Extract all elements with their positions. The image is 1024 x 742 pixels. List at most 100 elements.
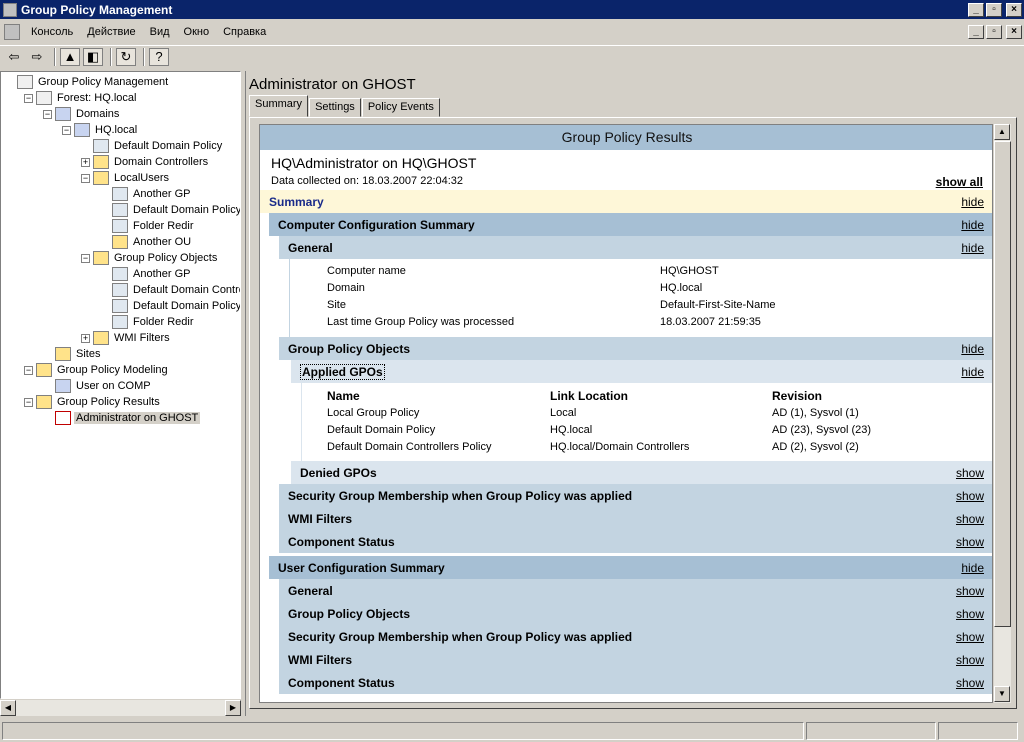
collapse-icon[interactable]: − [81, 253, 90, 263]
status-cell [938, 721, 1018, 740]
table-header: Name Link Location Revision [327, 389, 823, 403]
denied-gpos-show-link[interactable]: show [956, 466, 984, 480]
collapse-icon[interactable]: − [24, 365, 33, 375]
page-title: Administrator on GHOST [249, 76, 416, 93]
help-icon[interactable]: ? [149, 47, 169, 66]
refresh-icon[interactable]: ↻ [116, 47, 136, 66]
tree-item[interactable]: User on COMP [43, 378, 153, 394]
tab-policy-events[interactable]: Policy Events [361, 98, 440, 117]
tree-item[interactable]: Folder Redir [100, 218, 196, 234]
tree-item[interactable]: − LocalUsers [81, 170, 171, 186]
computer-component-show-link[interactable]: show [956, 535, 984, 549]
scroll-right-icon[interactable]: ▶ [225, 700, 241, 716]
collapse-icon[interactable]: − [43, 109, 52, 119]
show-hide-tree-icon[interactable]: ◧ [83, 47, 103, 66]
up-folder-icon[interactable]: ▲ [60, 47, 80, 66]
user-gpo-show-link[interactable]: show [956, 607, 984, 621]
summary-hide-link[interactable]: hide [961, 195, 984, 209]
console-window-icon[interactable] [4, 24, 20, 40]
tree-horizontal-scrollbar[interactable]: ◀ ▶ [0, 699, 241, 716]
status-bar [0, 719, 1024, 742]
tree-item[interactable]: Default Domain Policy [81, 138, 224, 154]
collapse-icon[interactable]: − [62, 125, 71, 135]
tree-item[interactable]: Another OU [100, 234, 193, 250]
tree-item[interactable]: Another GP [100, 266, 192, 282]
tree-item-label: Another GP [133, 188, 191, 200]
tab-summary[interactable]: Summary [249, 95, 309, 117]
tree-item[interactable]: − Domains [43, 106, 121, 122]
expand-icon[interactable]: + [81, 157, 90, 167]
minimize-button[interactable]: _ [968, 2, 984, 17]
child-minimize-button[interactable]: _ [968, 25, 984, 39]
applied-gpos-hide-link[interactable]: hide [961, 365, 984, 379]
collapse-icon[interactable]: − [24, 397, 33, 407]
computer-config-section: Computer Configuration Summary hide [269, 213, 992, 236]
user-config-hide-link[interactable]: hide [961, 561, 984, 575]
applied-gpos-label[interactable]: Applied GPOs [300, 363, 385, 380]
tree-item-label: Administrator on GHOST [74, 412, 201, 424]
denied-gpos-section: Denied GPOs show [291, 461, 992, 484]
computer-general-hide-link[interactable]: hide [961, 241, 984, 255]
detail-row: Domain HQ.local [327, 282, 703, 294]
menu-view[interactable]: Вид [143, 26, 177, 38]
tree-item[interactable]: Default Domain Policy [100, 202, 241, 218]
gpo-link-icon [93, 139, 109, 153]
gpo-icon [112, 315, 128, 329]
tree-item[interactable]: − Group Policy Objects [81, 250, 219, 266]
tree-item-label: Default Domain Policy [133, 300, 241, 312]
computer-gpo-hide-link[interactable]: hide [961, 342, 984, 356]
tree-item[interactable]: − Group Policy Results [24, 394, 162, 410]
scroll-left-icon[interactable]: ◀ [0, 700, 16, 716]
tree-item[interactable]: + Domain Controllers [81, 154, 210, 170]
forward-arrow-icon[interactable]: ⇨ [27, 48, 47, 66]
scroll-up-icon[interactable]: ▲ [994, 124, 1010, 140]
computer-config-hide-link[interactable]: hide [961, 218, 984, 232]
user-security-show-link[interactable]: show [956, 630, 984, 644]
gpo-link-icon [112, 203, 128, 217]
user-general-show-link[interactable]: show [956, 584, 984, 598]
table-row: Default Domain Controllers Policy HQ.loc… [327, 441, 859, 453]
scroll-thumb[interactable] [994, 141, 1011, 627]
menu-help[interactable]: Справка [216, 26, 273, 38]
status-cell [806, 721, 936, 740]
computer-security-show-link[interactable]: show [956, 489, 984, 503]
menu-console[interactable]: Консоль [24, 26, 80, 38]
tree-item[interactable]: − Forest: HQ.local [24, 90, 138, 106]
computer-security-label: Security Group Membership when Group Pol… [288, 488, 633, 503]
collapse-icon[interactable]: − [24, 93, 33, 103]
tab-settings[interactable]: Settings [309, 98, 361, 117]
menu-window[interactable]: Окно [177, 26, 217, 38]
user-component-show-link[interactable]: show [956, 676, 984, 690]
expand-icon[interactable]: + [81, 333, 90, 343]
tree-item[interactable]: Default Domain Controller [100, 282, 240, 298]
report-header: Group Policy Results [260, 125, 992, 150]
computer-wmi-show-link[interactable]: show [956, 512, 984, 526]
tree-item[interactable]: Folder Redir [100, 314, 196, 330]
console-tree[interactable]: Group Policy Management − Forest: HQ.local… [0, 71, 241, 699]
tree-item[interactable]: − HQ.local [62, 122, 139, 138]
child-close-button[interactable]: × [1006, 25, 1022, 39]
ou-icon [93, 171, 109, 185]
tree-item-label: Default Domain Policy [133, 204, 241, 216]
scroll-down-icon[interactable]: ▼ [994, 686, 1010, 702]
tree-item[interactable]: Another GP [100, 186, 192, 202]
back-arrow-icon[interactable]: ⇦ [4, 48, 24, 66]
tree-item-label: Group Policy Objects [114, 252, 218, 264]
tree-item[interactable]: Sites [43, 346, 102, 362]
menu-action[interactable]: Действие [80, 26, 142, 38]
user-wmi-show-link[interactable]: show [956, 653, 984, 667]
tree-item[interactable]: + WMI Filters [81, 330, 172, 346]
tree-item[interactable]: Administrator on GHOST [43, 410, 201, 426]
gpo-icon [112, 267, 128, 281]
report-vertical-scrollbar[interactable]: ▲ ▼ [994, 124, 1011, 703]
result-report-icon [55, 411, 71, 425]
tree-item[interactable]: Default Domain Policy [100, 298, 241, 314]
maximize-button[interactable]: ▫ [986, 2, 1002, 17]
show-all-link[interactable]: show all [936, 175, 983, 189]
close-button[interactable]: × [1006, 2, 1022, 17]
child-restore-button[interactable]: ▫ [986, 25, 1002, 39]
collapse-icon[interactable]: − [81, 173, 90, 183]
tree-item[interactable]: − Group Policy Modeling [24, 362, 170, 378]
tree-item[interactable]: Group Policy Management [5, 74, 170, 90]
gpmc-app-icon[interactable] [3, 2, 17, 17]
